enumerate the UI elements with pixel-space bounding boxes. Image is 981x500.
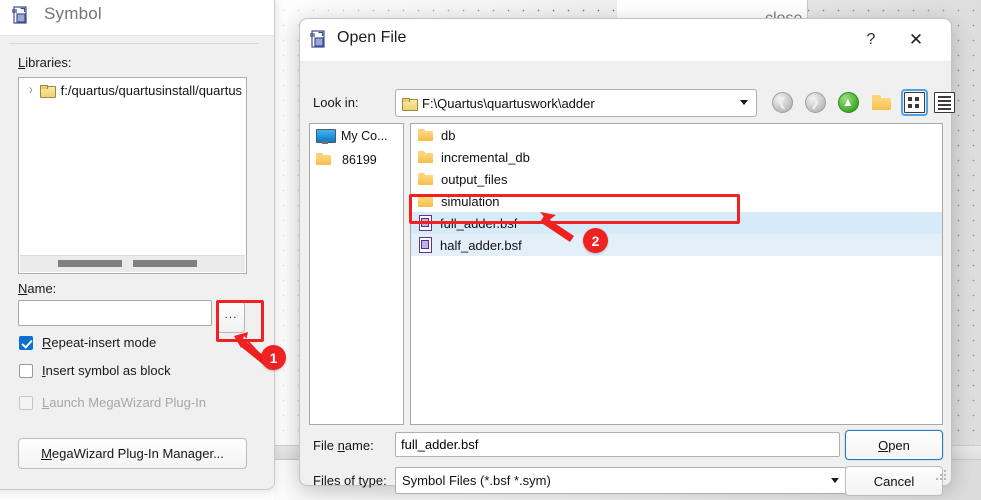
symbol-window-titlebar: Symbol: [0, 0, 274, 36]
library-path-label: f:/quartus/quartusinstall/quartus: [60, 82, 243, 98]
folder-icon: [39, 84, 56, 98]
symbol-name-input[interactable]: [18, 300, 212, 326]
file-name-input[interactable]: [395, 432, 840, 457]
folder-icon: [418, 173, 433, 185]
symbol-divider: [9, 43, 258, 44]
libraries-hscroll-thumb[interactable]: [58, 260, 122, 267]
insert-symbol-as-block-label: Insert symbol as block: [42, 363, 171, 378]
open-dialog-titlebar[interactable]: Open File ? ✕: [300, 19, 951, 62]
my-computer-icon: [316, 128, 336, 144]
back-arrow-icon: ❮: [771, 91, 793, 113]
libraries-tree[interactable]: › f:/quartus/quartusinstall/quartus: [18, 77, 247, 274]
annotation-1-badge: 1: [261, 345, 286, 370]
help-icon[interactable]: ?: [858, 28, 884, 52]
folder-icon: [418, 195, 433, 207]
list-item[interactable]: half_adder.bsf: [411, 234, 942, 256]
parent-directory-button[interactable]: ▲: [834, 88, 862, 116]
megawizard-button-label: MegaWizard Plug-In Manager...: [41, 446, 224, 461]
file-name-label: half_adder.bsf: [440, 237, 522, 253]
megawizard-plugin-manager-button[interactable]: MegaWizard Plug-In Manager...: [18, 438, 247, 469]
place-item-86199[interactable]: 86199: [310, 148, 403, 172]
file-name-label: simulation: [441, 193, 500, 209]
repeat-insert-mode-label: Repeat-insert mode: [42, 335, 157, 350]
cancel-button[interactable]: Cancel: [845, 466, 943, 496]
checkbox-unchecked-icon[interactable]: [19, 363, 33, 378]
libraries-label: Libraries:: [18, 55, 72, 70]
place-label: 86199: [342, 153, 377, 167]
symbol-file-icon: [310, 30, 325, 48]
look-in-combobox[interactable]: F:\Quartus\quartuswork\adder: [395, 89, 757, 117]
chevron-right-icon[interactable]: ›: [29, 82, 33, 98]
insert-symbol-as-block-checkbox[interactable]: Insert symbol as block: [19, 363, 171, 378]
up-arrow-icon: ▲: [837, 91, 859, 113]
library-tree-item[interactable]: › f:/quartus/quartusinstall/quartus: [19, 78, 246, 102]
file-name-label: incremental_db: [441, 149, 530, 165]
checkbox-disabled-icon: [19, 395, 33, 410]
chevron-down-icon[interactable]: [740, 100, 748, 105]
detail-view-icon: [933, 91, 955, 113]
symbol-window: Symbol Libraries: › f:/quartus/quartusin…: [0, 0, 275, 490]
list-item[interactable]: output_files: [411, 168, 942, 190]
new-folder-button[interactable]: [867, 88, 895, 116]
symbol-window-title: Symbol: [44, 4, 102, 23]
name-label: Name:: [18, 281, 57, 296]
forward-arrow-icon: ❯: [804, 91, 826, 113]
folder-icon: [418, 129, 433, 141]
files-of-type-label: Files of type:: [313, 473, 387, 488]
list-item[interactable]: db: [411, 124, 942, 146]
close-icon[interactable]: ✕: [903, 28, 929, 52]
folder-icon: [316, 153, 334, 167]
forward-button[interactable]: ❯: [801, 88, 829, 116]
folder-icon: [402, 97, 418, 111]
file-name-label: output_files: [441, 171, 508, 187]
places-sidebar[interactable]: My Co... 86199: [309, 123, 404, 425]
new-folder-icon: [871, 94, 891, 110]
folder-icon: [418, 151, 433, 163]
list-view-button[interactable]: [900, 88, 928, 116]
list-item-selected[interactable]: full_adder.bsf: [411, 212, 942, 234]
bsf-file-icon: [418, 215, 433, 231]
launch-megawizard-checkbox: Launch MegaWizard Plug-In: [19, 395, 206, 410]
browse-button[interactable]: ...: [217, 301, 245, 333]
list-view-icon: [900, 88, 928, 116]
file-name-label: full_adder.bsf: [440, 215, 518, 231]
detail-view-button[interactable]: [930, 88, 958, 116]
open-button[interactable]: Open: [845, 430, 943, 460]
resize-grip[interactable]: [936, 470, 947, 481]
checkbox-checked-icon[interactable]: [19, 335, 33, 350]
bsf-file-icon: [418, 237, 433, 253]
file-list[interactable]: db incremental_db output_files simulatio…: [410, 123, 943, 425]
screen-root: close-icon Symbol Libraries: › f:/quartu…: [0, 0, 981, 500]
files-of-type-value: Symbol Files (*.bsf *.sym): [402, 473, 551, 488]
launch-megawizard-label: Launch MegaWizard Plug-In: [42, 395, 207, 410]
place-item-my-computer[interactable]: My Co...: [310, 124, 403, 148]
libraries-scroll-area[interactable]: [20, 255, 245, 272]
look-in-value: F:\Quartus\quartuswork\adder: [422, 95, 595, 111]
list-item[interactable]: incremental_db: [411, 146, 942, 168]
annotation-2-badge: 2: [583, 228, 608, 253]
back-button[interactable]: ❮: [768, 88, 796, 116]
list-item[interactable]: simulation: [411, 190, 942, 212]
file-name-label: db: [441, 127, 456, 143]
place-label: My Co...: [341, 129, 388, 143]
chevron-down-icon[interactable]: [831, 478, 839, 483]
files-of-type-combobox[interactable]: Symbol Files (*.bsf *.sym): [395, 467, 848, 494]
libraries-hscroll-thumb-2[interactable]: [133, 260, 197, 267]
open-button-label: Open: [878, 437, 910, 453]
open-file-dialog: Open File ? ✕ Look in: F:\Quartus\quartu…: [299, 18, 955, 496]
look-in-label: Look in:: [313, 95, 359, 110]
repeat-insert-mode-checkbox[interactable]: Repeat-insert mode: [19, 335, 156, 350]
symbol-file-icon: [12, 6, 27, 24]
open-dialog-title: Open File: [337, 29, 407, 46]
file-name-label-static: File name:: [313, 438, 374, 453]
